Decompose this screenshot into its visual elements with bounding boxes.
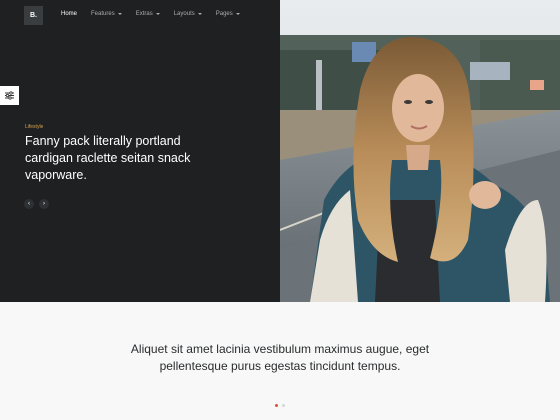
testimonial-quote: Aliquet sit amet lacinia vestibulum maxi… [130, 342, 430, 373]
hero-image [280, 0, 560, 302]
testimonial-section: Aliquet sit amet lacinia vestibulum maxi… [0, 302, 560, 420]
slider-controls: ‹ › [24, 199, 49, 209]
nav-item-label: Pages [215, 11, 233, 17]
hero-section: B. Home Features Extras Layouts Pages Li… [0, 0, 560, 302]
next-slide-button[interactable]: › [39, 199, 49, 209]
prev-slide-button[interactable]: ‹ [24, 199, 34, 209]
hero-category[interactable]: Lifestyle [25, 124, 43, 130]
pagination-dot[interactable] [282, 404, 285, 407]
hero-photo [280, 0, 560, 302]
main-nav: Home Features Extras Layouts Pages [61, 11, 254, 17]
caret-down-icon [197, 13, 202, 15]
caret-down-icon [155, 13, 160, 15]
caret-down-icon [235, 13, 240, 15]
testimonial-pagination [275, 404, 285, 407]
site-logo[interactable]: B. [24, 6, 43, 25]
nav-item-features[interactable]: Features [91, 11, 122, 17]
nav-item-pages[interactable]: Pages [216, 11, 240, 17]
chevron-right-icon: › [43, 201, 45, 207]
sliders-icon [5, 91, 14, 100]
settings-toggle-button[interactable] [0, 86, 19, 105]
caret-down-icon [117, 13, 122, 15]
nav-item-layouts[interactable]: Layouts [174, 11, 202, 17]
nav-item-extras[interactable]: Extras [136, 11, 160, 17]
nav-item-label: Extras [135, 11, 153, 17]
hero-headline: Fanny pack literally portland cardigan r… [25, 134, 191, 182]
nav-item-label: Features [91, 11, 115, 17]
pagination-dot[interactable] [275, 404, 278, 407]
nav-item-label: Home [61, 11, 78, 17]
nav-item-home[interactable]: Home [61, 11, 77, 17]
hero-text-panel: B. Home Features Extras Layouts Pages Li… [0, 0, 280, 302]
chevron-left-icon: ‹ [28, 201, 30, 207]
nav-item-label: Layouts [173, 11, 195, 17]
